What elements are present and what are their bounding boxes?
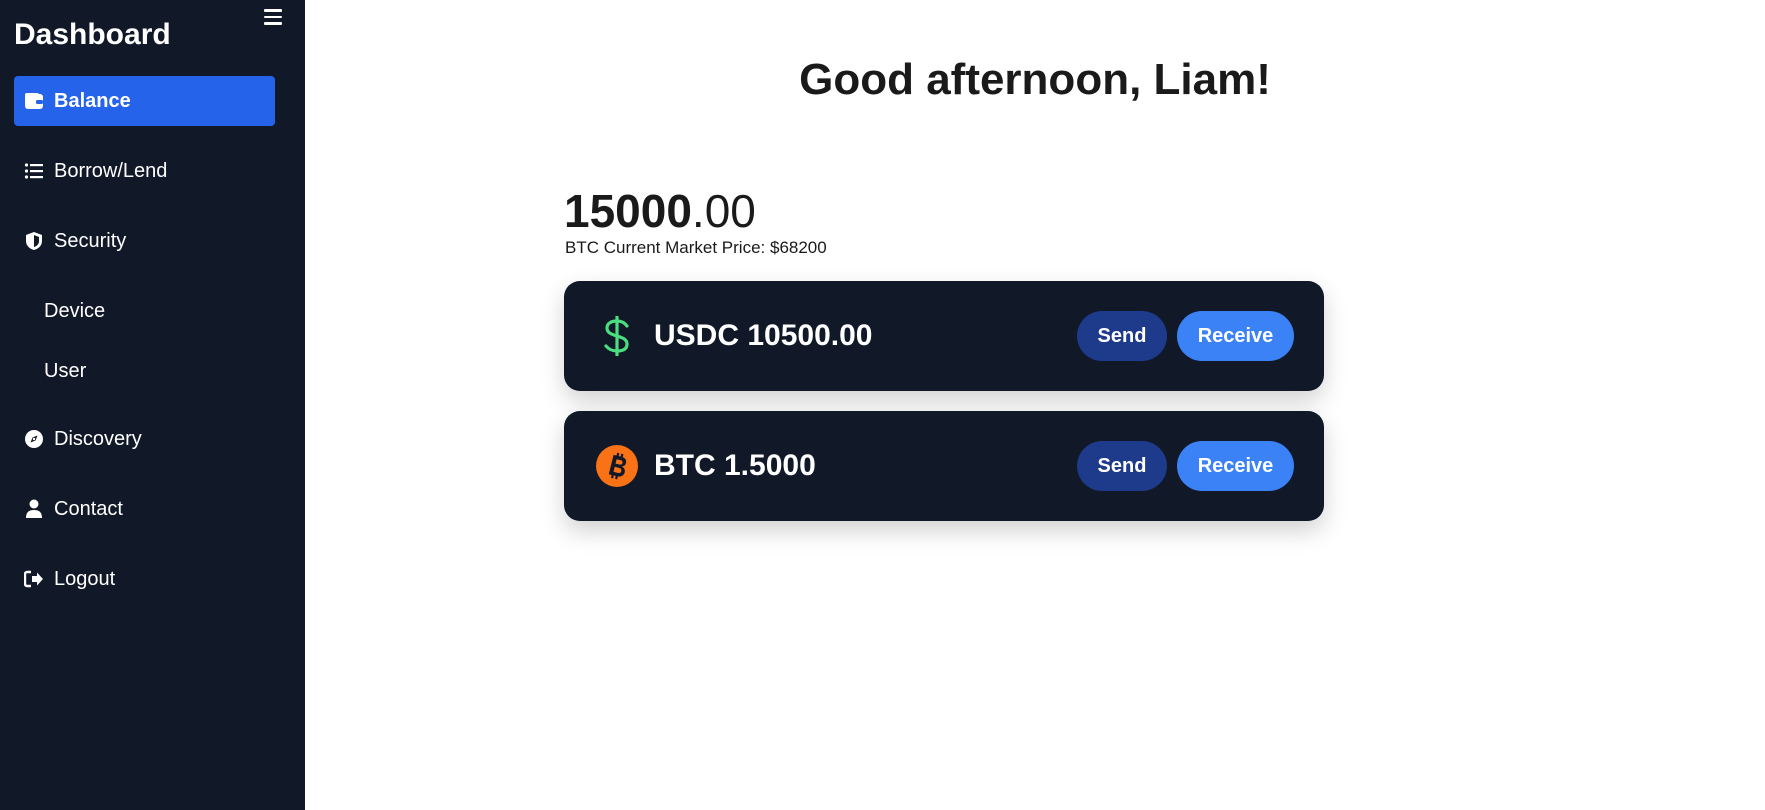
receive-button[interactable]: Receive: [1177, 311, 1294, 361]
sidebar-item-label: Security: [54, 229, 127, 252]
btc-market-price: BTC Current Market Price: $68200: [565, 238, 827, 257]
sidebar-item-label: Balance: [54, 89, 131, 112]
sidebar-subitem-device[interactable]: Device: [44, 300, 105, 323]
user-icon: [24, 499, 44, 519]
sidebar-subitem-user[interactable]: User: [44, 360, 86, 383]
total-balance: 15000.00: [564, 184, 756, 238]
sidebar-title: Dashboard: [14, 18, 171, 51]
bitcoin-icon: [594, 443, 640, 489]
sidebar-item-logout[interactable]: Logout: [14, 554, 275, 604]
asset-label: USDC 10500.00: [654, 319, 873, 352]
app-root: Dashboard Balance Borrow/Lend Security D…: [0, 0, 1765, 810]
hamburger-menu-icon[interactable]: [264, 7, 284, 27]
sidebar-item-label: Discovery: [54, 427, 142, 450]
sidebar: Dashboard Balance Borrow/Lend Security D…: [0, 0, 305, 810]
dollar-icon: [594, 313, 640, 359]
asset-card-btc: BTC 1.5000 Send Receive: [564, 411, 1324, 521]
send-button[interactable]: Send: [1077, 311, 1167, 361]
sidebar-item-borrow-lend[interactable]: Borrow/Lend: [14, 146, 275, 196]
receive-button[interactable]: Receive: [1177, 441, 1294, 491]
compass-icon: [24, 429, 44, 449]
shield-icon: [24, 231, 44, 251]
balance-integer: 15000: [564, 185, 692, 237]
asset-label: BTC 1.5000: [654, 449, 816, 482]
send-button[interactable]: Send: [1077, 441, 1167, 491]
asset-card-usdc: USDC 10500.00 Send Receive: [564, 281, 1324, 391]
sidebar-item-label: Borrow/Lend: [54, 159, 168, 182]
sidebar-item-label: Logout: [54, 567, 116, 590]
wallet-icon: [24, 91, 44, 111]
sidebar-item-label: Contact: [54, 497, 123, 520]
sidebar-item-balance[interactable]: Balance: [14, 76, 275, 126]
list-icon: [24, 161, 44, 181]
sidebar-item-security[interactable]: Security: [14, 216, 275, 266]
greeting-heading: Good afternoon, Liam!: [799, 55, 1271, 104]
balance-decimal: .00: [691, 185, 756, 237]
sidebar-item-discovery[interactable]: Discovery: [14, 414, 275, 464]
logout-icon: [24, 569, 44, 589]
sidebar-item-contact[interactable]: Contact: [14, 484, 275, 534]
